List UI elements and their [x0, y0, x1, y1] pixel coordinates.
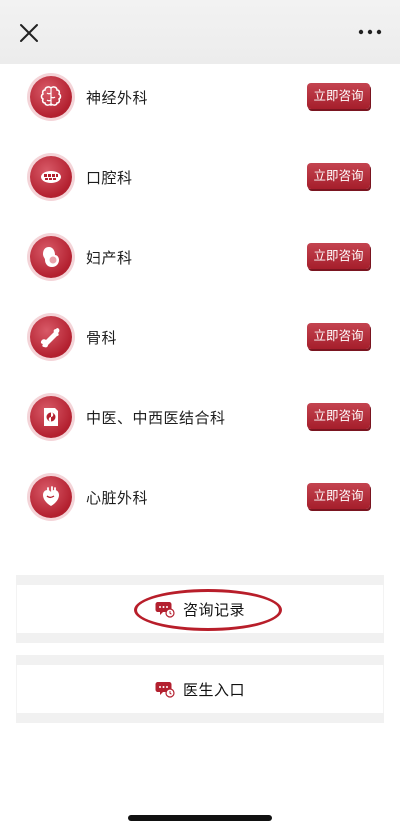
consult-now-button[interactable]: 立即咨询	[307, 483, 370, 509]
chinese-medicine-icon	[30, 396, 72, 438]
section-divider	[16, 713, 384, 723]
pregnancy-icon	[30, 236, 72, 278]
consult-records-label: 咨询记录	[182, 600, 245, 619]
consult-now-button[interactable]: 立即咨询	[307, 163, 370, 189]
consult-now-button[interactable]: 立即咨询	[307, 243, 370, 269]
department-name: 神经外科	[86, 89, 149, 107]
consult-now-button[interactable]: 立即咨询	[307, 323, 370, 349]
department-name: 妇产科	[86, 249, 133, 267]
department-name: 中医、中西医结合科	[86, 409, 226, 427]
department-row: 中医、中西医结合科 立即咨询	[0, 378, 400, 458]
teeth-icon	[30, 156, 72, 198]
department-name: 骨科	[86, 329, 118, 347]
consult-now-button[interactable]: 立即咨询	[307, 403, 370, 429]
close-icon[interactable]	[18, 22, 40, 44]
department-row: 妇产科 立即咨询	[0, 218, 400, 298]
consult-now-button[interactable]: 立即咨询	[307, 83, 370, 109]
bone-icon	[30, 316, 72, 358]
home-indicator	[128, 815, 272, 821]
department-row: 神经外科 立即咨询	[0, 58, 400, 138]
chat-clock-icon	[155, 602, 175, 618]
section-divider	[16, 575, 384, 585]
department-row: 口腔科 立即咨询	[0, 138, 400, 218]
department-name: 心脏外科	[86, 489, 149, 507]
doctor-entry-button[interactable]: 医生入口	[16, 665, 384, 713]
department-row: 心脏外科 立即咨询	[0, 458, 400, 538]
department-name: 口腔科	[86, 169, 133, 187]
chat-clock-icon	[155, 682, 175, 698]
section-divider	[16, 655, 384, 665]
section-divider	[16, 633, 384, 643]
heart-icon	[30, 476, 72, 518]
doctor-entry-label: 医生入口	[182, 680, 245, 699]
brain-icon	[30, 76, 72, 118]
department-row: 骨科 立即咨询	[0, 298, 400, 378]
top-bar	[0, 0, 400, 64]
consult-records-button[interactable]: 咨询记录	[16, 585, 384, 633]
more-icon[interactable]	[358, 26, 382, 38]
